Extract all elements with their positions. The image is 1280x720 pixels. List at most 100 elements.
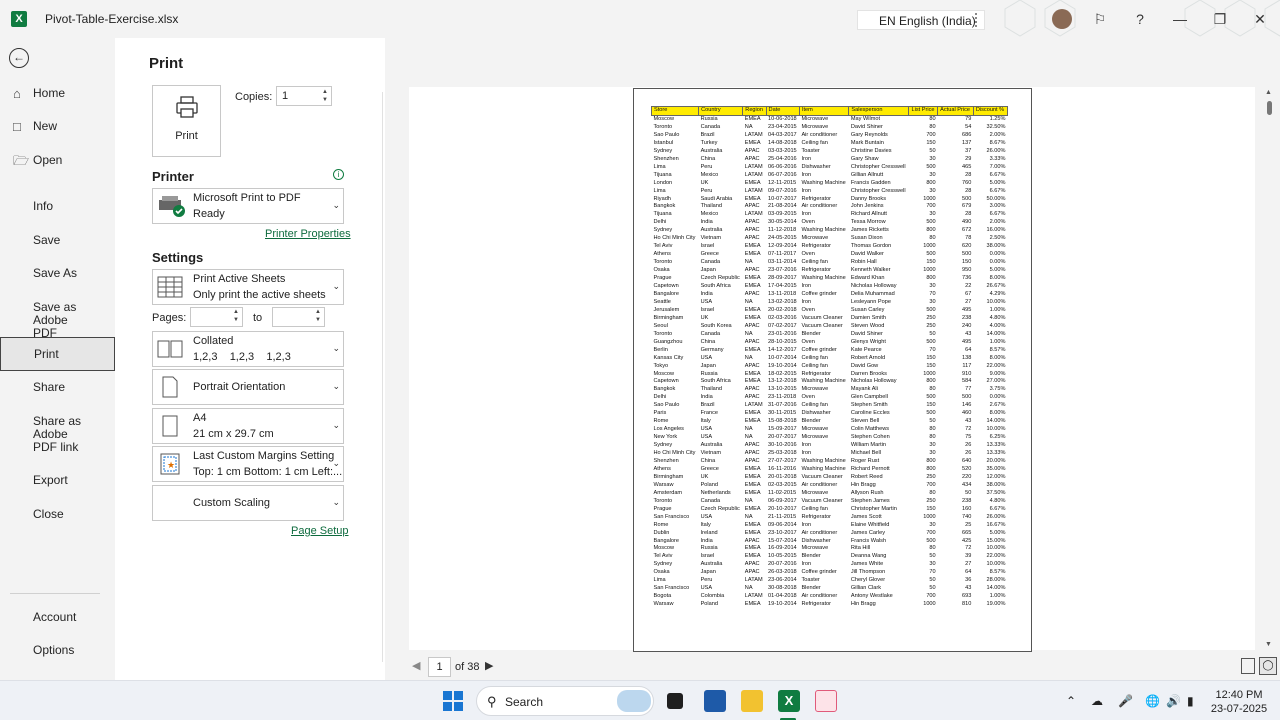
nav-item-close[interactable]: Close [0, 508, 115, 522]
table-cell: Dishwasher [801, 163, 831, 170]
table-cell: 14-12-2017 [768, 346, 797, 353]
table-cell: 137 [962, 139, 972, 146]
table-cell: Australia [700, 561, 723, 568]
nav-item-options[interactable]: Options [0, 644, 115, 658]
nav-item-share-as-adobe-pdf-link[interactable]: Share as Adobe PDF link [0, 415, 115, 455]
cloud-icon[interactable]: ☁ [1091, 694, 1103, 708]
current-page-input[interactable]: 1 [428, 657, 451, 677]
table-cell: China [700, 338, 716, 345]
table-cell: Washing Machine [801, 378, 846, 385]
scroll-up-icon[interactable]: ▲ [1265, 89, 1272, 96]
volume-icon[interactable]: 🔊 [1166, 694, 1181, 708]
table-cell: 27 [965, 561, 972, 568]
next-page-icon[interactable]: ▶ [485, 659, 493, 672]
show-margins-icon[interactable] [1241, 658, 1255, 674]
terminal-app-icon[interactable] [667, 693, 683, 709]
battery-icon[interactable]: ▮ [1187, 694, 1194, 708]
orientation-select[interactable]: Portrait Orientation ⌄ [152, 369, 344, 405]
scroll-thumb[interactable] [1267, 101, 1272, 115]
snipping-tool-icon[interactable] [815, 690, 837, 712]
table-cell: 80 [929, 426, 936, 433]
table-row: Capetown South Africa EMEA 17-04-2015 Iron Ni… [652, 283, 1008, 291]
nav-item-info[interactable]: Info [0, 200, 115, 214]
table-cell: 495 [962, 338, 972, 345]
microphone-icon[interactable]: 🎤 [1118, 694, 1133, 708]
avatar[interactable] [1052, 9, 1072, 29]
clock[interactable]: 12:40 PM 23-07-2025 [1209, 688, 1269, 716]
print-button[interactable]: Print [152, 85, 221, 157]
pages-from-input[interactable]: ▲ ▼ [190, 307, 243, 327]
table-cell: 8.57% [989, 569, 1006, 576]
nav-item-account[interactable]: Account [0, 611, 115, 625]
spin-down-icon[interactable]: ▼ [315, 317, 321, 323]
nav-item-open[interactable]: 🗁 Open [0, 154, 115, 168]
table-cell: 50 [929, 585, 936, 592]
table-cell: 800 [926, 378, 936, 385]
table-cell: 15-07-2014 [768, 537, 797, 544]
column-header: Discount % [972, 106, 1009, 116]
table-cell: 150 [926, 402, 936, 409]
table-cell: Riyadh [653, 195, 671, 202]
spin-down-icon[interactable]: ▼ [233, 317, 239, 323]
file-explorer-icon[interactable] [741, 690, 763, 712]
start-button[interactable] [443, 691, 463, 711]
panel-divider [382, 92, 383, 662]
language-globe-icon[interactable]: 🌐 [1145, 694, 1160, 708]
zoom-to-page-icon[interactable]: ◯ [1259, 657, 1277, 675]
spin-down-icon[interactable]: ▼ [322, 97, 328, 103]
table-cell: APAC [744, 362, 760, 369]
table-cell: 2.00% [989, 219, 1006, 226]
table-cell: EMEA [744, 601, 761, 608]
printer-select[interactable]: Microsoft Print to PDF Ready ⌄ [152, 188, 344, 224]
minimize-icon[interactable]: — [1169, 8, 1191, 30]
nav-item-new[interactable]: □ New [0, 120, 115, 134]
previous-page-icon[interactable]: ◀ [412, 659, 420, 672]
info-icon[interactable]: i [333, 169, 344, 180]
nav-item-save-as[interactable]: Save As [0, 267, 115, 281]
table-cell: 23-11-2018 [768, 394, 797, 401]
nav-item-share[interactable]: Share [0, 381, 115, 395]
table-cell: China [700, 155, 716, 162]
vertical-scrollbar[interactable]: ▲ ▼ [1263, 87, 1275, 650]
scaling-select[interactable]: Custom Scaling ⌄ [152, 485, 344, 521]
nav-item-home[interactable]: ⌂ Home [0, 87, 115, 101]
spin-up-icon[interactable]: ▲ [322, 89, 328, 95]
scroll-down-icon[interactable]: ▼ [1265, 641, 1272, 648]
help-icon[interactable]: ? [1129, 8, 1151, 30]
table-cell: 250 [926, 314, 936, 321]
store-app-icon[interactable] [704, 690, 726, 712]
margins-select[interactable]: ★ Last Custom Margins Setting Top: 1 cm … [152, 446, 344, 482]
nav-item-export[interactable]: Export [0, 474, 115, 488]
excel-taskbar-icon[interactable]: X [778, 690, 800, 712]
table-cell: 11-02-2015 [768, 489, 797, 496]
restore-icon[interactable]: ❐ [1209, 8, 1231, 30]
spin-up-icon[interactable]: ▲ [315, 309, 321, 315]
paper-size-select[interactable]: A4 21 cm x 29.7 cm ⌄ [152, 408, 344, 444]
taskbar-search[interactable]: ⚲ Search [476, 686, 654, 716]
table-cell: 80 [929, 434, 936, 441]
collation-select[interactable]: Collated 1,2,3 1,2,3 1,2,3 ⌄ [152, 331, 344, 367]
nav-item-save[interactable]: Save [0, 234, 115, 248]
table-cell: 117 [962, 362, 972, 369]
table-cell: 28.00% [986, 577, 1006, 584]
nav-item-print[interactable]: Print [0, 337, 115, 371]
table-row: San Francisco USA NA 21-11-2015 Refrigerator… [652, 514, 1008, 522]
copies-stepper[interactable]: 1 ▲ ▼ [276, 86, 332, 106]
print-what-select[interactable]: Print Active Sheets Only print the activ… [152, 269, 344, 305]
nav-divider [10, 593, 100, 594]
table-cell: Washing Machine [801, 465, 846, 472]
language-indicator[interactable]: EN English (India) [857, 10, 985, 30]
feedback-icon[interactable]: ⚐ [1089, 8, 1111, 30]
grip-icon[interactable] [975, 13, 979, 27]
page-setup-link[interactable]: Page Setup [291, 525, 349, 537]
close-icon[interactable]: ✕ [1249, 8, 1271, 30]
chevron-up-icon[interactable]: ⌃ [1066, 694, 1076, 708]
table-row: Shenzhen China APAC 25-04-2016 Iron Gary Shaw… [652, 156, 1008, 164]
pages-to-input[interactable]: ▲ ▼ [272, 307, 325, 327]
nav-item-save-as-adobe-pdf[interactable]: Save as Adobe PDF [0, 301, 115, 340]
table-cell: Susan Carley [850, 306, 885, 313]
table-cell: 150 [926, 354, 936, 361]
back-arrow-icon[interactable]: ← [9, 48, 29, 68]
spin-up-icon[interactable]: ▲ [233, 309, 239, 315]
printer-properties-link[interactable]: Printer Properties [265, 228, 351, 240]
